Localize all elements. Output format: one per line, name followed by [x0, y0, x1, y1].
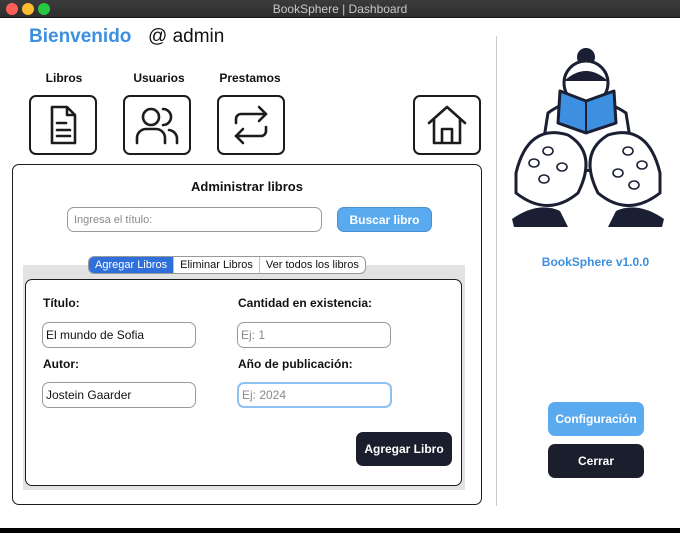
- nav-label-prestamos: Prestamos: [219, 71, 281, 85]
- close-button[interactable]: Cerrar: [548, 444, 644, 478]
- app-version: BookSphere v1.0.0: [541, 255, 650, 269]
- stock-field[interactable]: [237, 322, 391, 348]
- search-title-input[interactable]: [67, 207, 322, 232]
- nav-label-usuarios: Usuarios: [133, 71, 185, 85]
- tab-area: Agregar Libros Eliminar Libros Ver todos…: [23, 256, 465, 490]
- bottom-edge: [0, 528, 680, 533]
- home-icon: [427, 105, 467, 145]
- window-title: BookSphere | Dashboard: [272, 2, 408, 16]
- panel-title: Administrar libros: [191, 179, 303, 194]
- title-field[interactable]: [42, 322, 196, 348]
- swap-arrows-icon: [234, 105, 268, 145]
- document-icon: [50, 105, 77, 145]
- author-field[interactable]: [42, 382, 196, 408]
- search-book-button[interactable]: Buscar libro: [337, 207, 432, 232]
- nav-button-usuarios[interactable]: [123, 95, 191, 155]
- add-book-button[interactable]: Agregar Libro: [356, 432, 452, 466]
- users-icon: [135, 107, 179, 145]
- nav-button-prestamos[interactable]: [217, 95, 285, 155]
- stock-label: Cantidad en existencia:: [238, 296, 373, 310]
- nav-button-home[interactable]: [413, 95, 481, 155]
- reading-person-illustration: [512, 48, 664, 227]
- welcome-heading: Bienvenido: [29, 26, 132, 47]
- tab-add-books[interactable]: Agregar Libros: [89, 257, 174, 273]
- sidebar-divider: [496, 36, 497, 506]
- username-label: @ admin: [148, 26, 225, 47]
- tab-bar: Agregar Libros Eliminar Libros Ver todos…: [88, 256, 366, 274]
- nav-label-libros: Libros: [45, 71, 83, 85]
- dashboard-window: Bienvenido @ admin Libros Usuarios Prest…: [0, 18, 680, 528]
- tab-delete-books[interactable]: Eliminar Libros: [173, 257, 259, 273]
- add-book-form: Título: Autor: Cantidad en existencia: A…: [25, 279, 462, 486]
- nav-button-libros[interactable]: [29, 95, 97, 155]
- configuration-button[interactable]: Configuración: [548, 402, 644, 436]
- manage-books-panel: Administrar libros Buscar libro Agregar …: [12, 164, 482, 505]
- tab-view-all-books[interactable]: Ver todos los libros: [258, 257, 365, 273]
- author-label: Autor:: [43, 357, 79, 371]
- year-label: Año de publicación:: [238, 357, 353, 371]
- title-label: Título:: [43, 296, 80, 310]
- title-bar: BookSphere | Dashboard: [0, 0, 680, 18]
- year-field[interactable]: [237, 382, 392, 408]
